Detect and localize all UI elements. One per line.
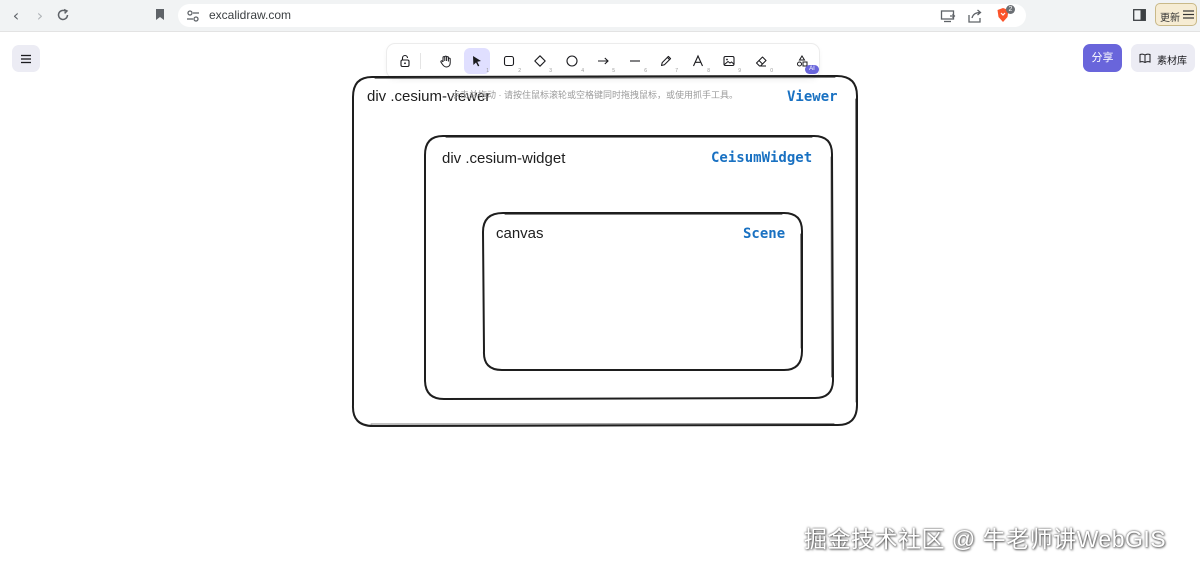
widget-box[interactable] <box>424 135 835 401</box>
canvas-label[interactable]: canvas <box>496 225 544 242</box>
widget-class-name[interactable]: CeisumWidget <box>711 150 812 166</box>
viewer-class-name[interactable]: Viewer <box>787 89 838 105</box>
viewer-box[interactable] <box>351 74 858 428</box>
watermark: 掘金技术社区 @ 牛老师讲WebGIS <box>804 526 1167 552</box>
canvas-class-name[interactable]: Scene <box>743 226 785 242</box>
canvas-hint: 点击并拖动 · 请按住鼠标滚轮或空格键同时拖拽鼠标，或使用抓手工具。 <box>451 90 738 100</box>
widget-label[interactable]: div .cesium-widget <box>442 150 565 167</box>
drawing-canvas[interactable] <box>0 0 1200 566</box>
